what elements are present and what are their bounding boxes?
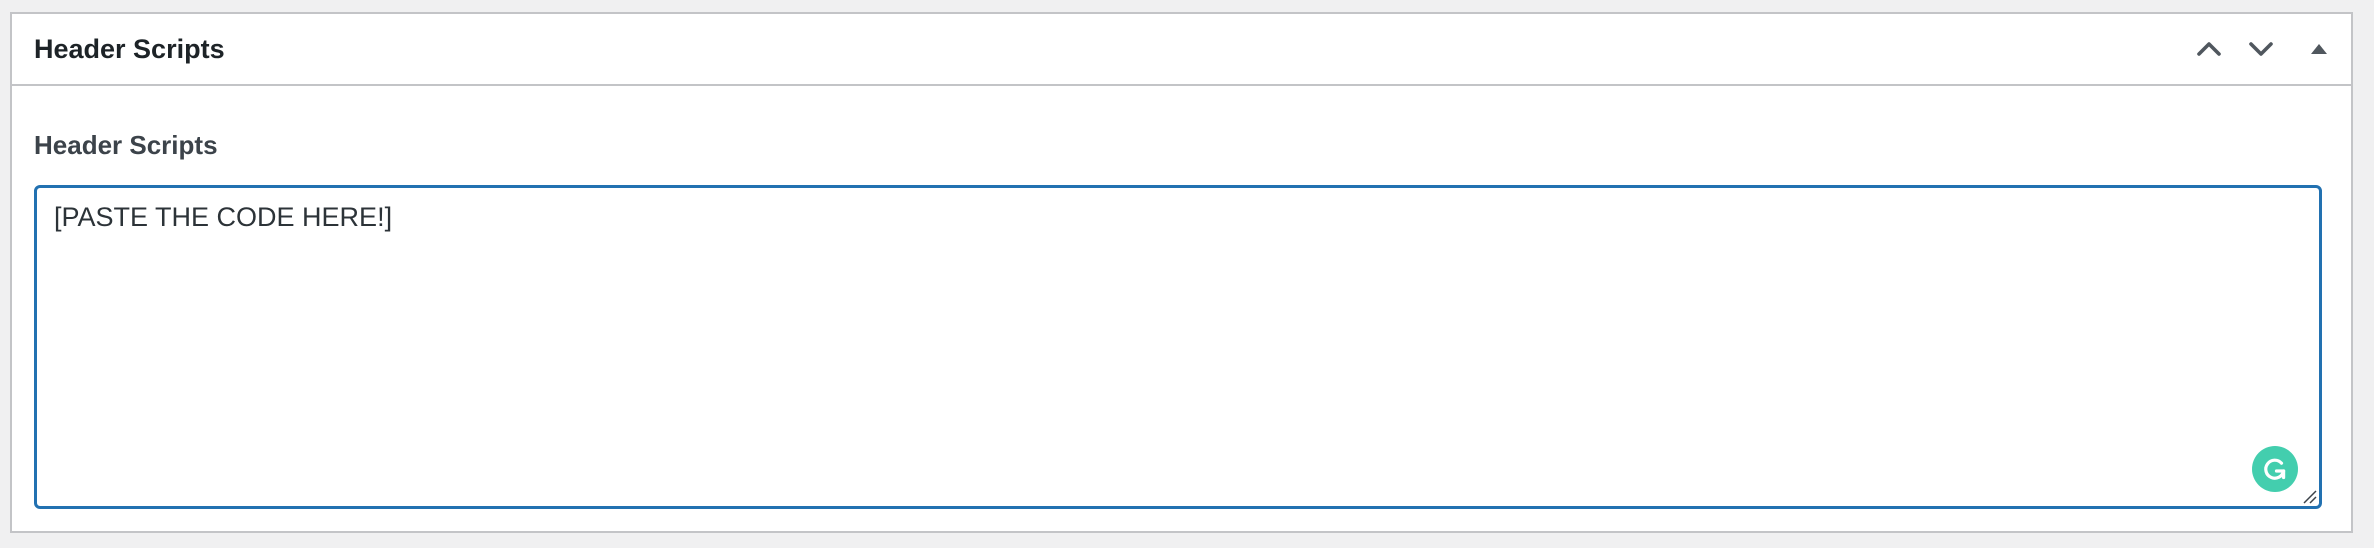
header-scripts-textarea[interactable]: [PASTE THE CODE HERE!] bbox=[34, 185, 2322, 509]
move-up-button[interactable] bbox=[2183, 14, 2235, 84]
chevron-down-icon bbox=[2249, 42, 2273, 56]
metabox-title: Header Scripts bbox=[34, 34, 225, 64]
chevron-up-icon bbox=[2197, 42, 2221, 56]
header-scripts-label: Header Scripts bbox=[34, 130, 218, 160]
metabox-handle-actions bbox=[2183, 14, 2351, 84]
grammarly-icon[interactable] bbox=[2252, 446, 2298, 492]
toggle-panel-button[interactable] bbox=[2287, 14, 2351, 84]
grammarly-g-glyph bbox=[2264, 458, 2286, 480]
metabox-header: Header Scripts bbox=[12, 14, 2351, 86]
triangle-up-icon bbox=[2311, 44, 2327, 54]
textarea-wrapper: [PASTE THE CODE HERE!] bbox=[34, 185, 2322, 509]
metabox-content: Header Scripts [PASTE THE CODE HERE!] bbox=[12, 86, 2351, 531]
resize-handle-icon[interactable] bbox=[2301, 488, 2317, 504]
header-scripts-metabox: Header Scripts Header Scripts [PASTE THE… bbox=[10, 12, 2353, 533]
move-down-button[interactable] bbox=[2235, 14, 2287, 84]
